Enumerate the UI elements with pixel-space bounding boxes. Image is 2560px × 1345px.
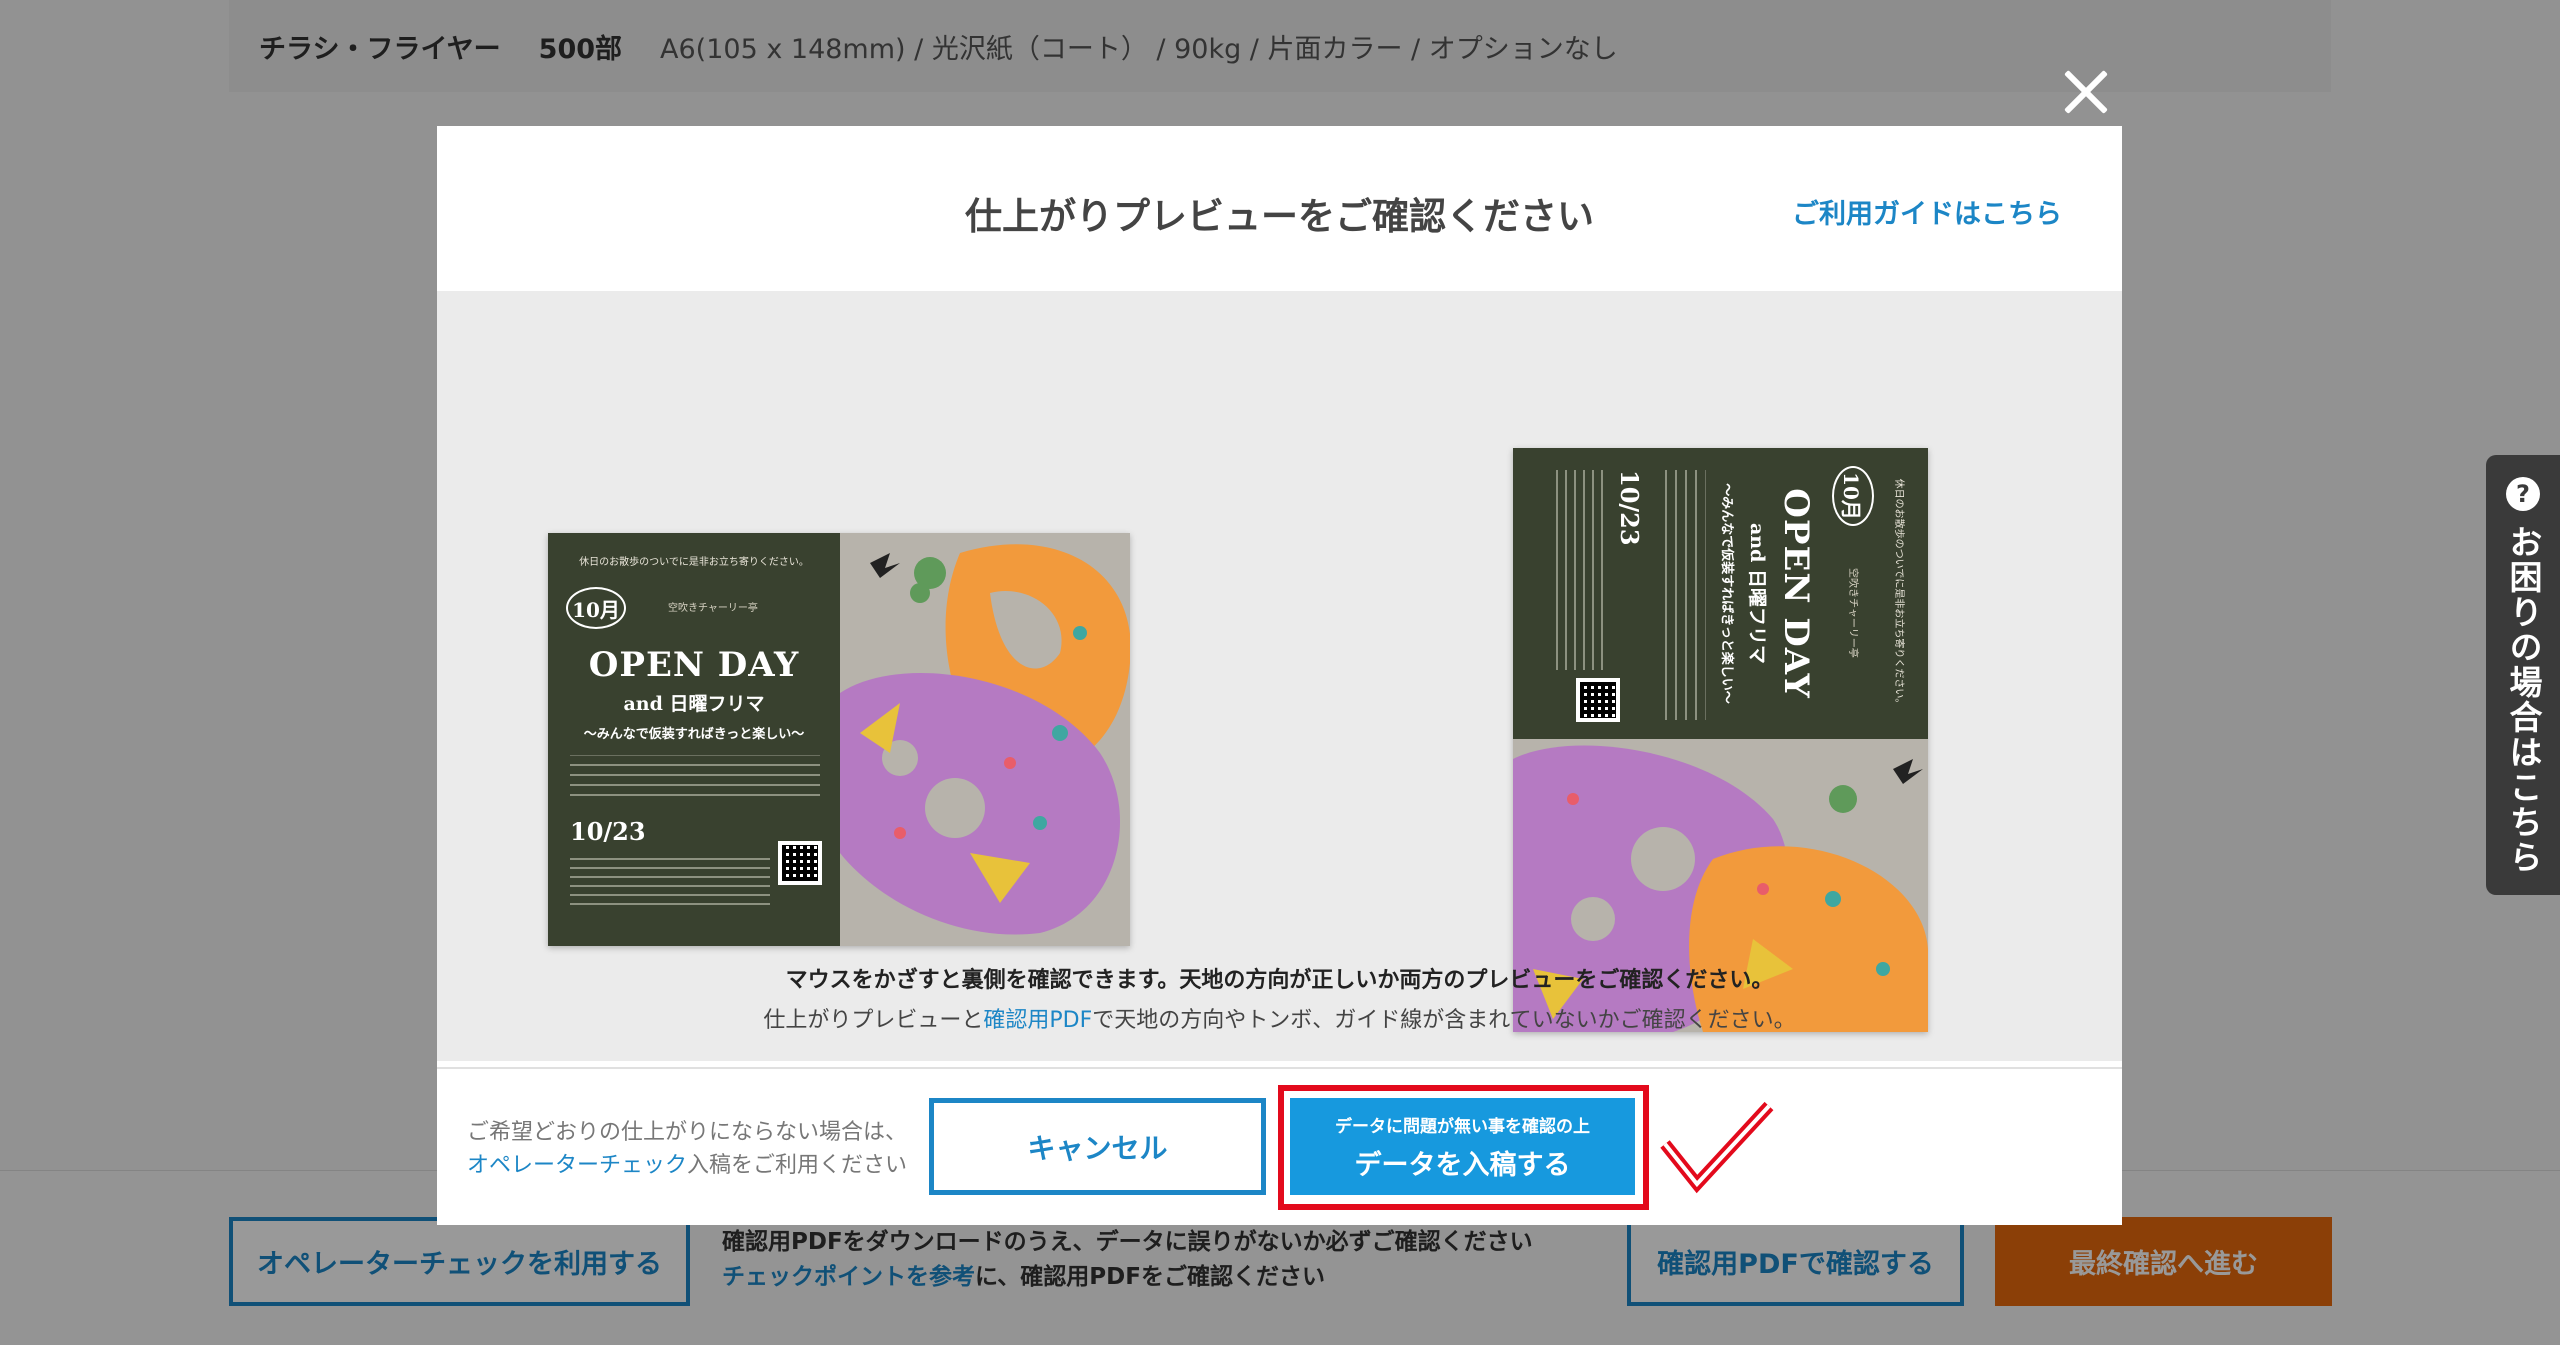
flyer-date: 10/23	[1615, 470, 1644, 546]
submit-button-label: データを入稿する	[1354, 1149, 1571, 1181]
cancel-button[interactable]: キャンセル	[929, 1098, 1266, 1195]
flyer-info-text	[570, 851, 770, 912]
notice-text-a: 仕上がりプレビューと	[763, 1008, 984, 1033]
flyer-month: 10月	[566, 587, 626, 629]
preview-modal: 仕上がりプレビューをご確認ください ご利用ガイドはこちら 休日のお散歩のついでに…	[437, 126, 2122, 1225]
operator-check-note: ご希望どおりの仕上がりにならない場合は、 オペレーターチェック入稿をご利用くださ…	[467, 1116, 907, 1182]
flyer-logo: 空吹きチャーリー亭	[668, 603, 758, 614]
flyer-date: 10/23	[570, 817, 646, 846]
preview-notice-pdf: 仕上がりプレビューと確認用PDFで天地の方向やトンボ、ガイド線が含まれていないか…	[437, 1002, 2122, 1034]
modal-divider	[437, 1067, 2122, 1069]
flyer-and-line: and 日曜フリマ	[623, 693, 765, 715]
notice-text-b: で天地の方向やトンボ、ガイド線が含まれていないかご確認ください。	[1092, 1008, 1796, 1033]
flyer-text-panel: 休日のお散歩のついでに是非お立ち寄りください。 10月 空吹きチャーリー亭 OP…	[548, 533, 840, 946]
close-icon[interactable]	[2062, 68, 2110, 116]
flyer-top-text: 休日のお散歩のついでに是非お立ち寄りください。	[579, 557, 809, 568]
footer-note-line2: オペレーターチェック入稿をご利用ください	[467, 1149, 907, 1182]
usage-guide-link[interactable]: ご利用ガイドはこちら	[1792, 192, 2062, 231]
flyer-subtitle: 〜みんなで仮装すればきっと楽しい〜	[1719, 483, 1734, 704]
flyer-preview-landscape[interactable]: 休日のお散歩のついでに是非お立ち寄りください。 10月 空吹きチャーリー亭 OP…	[548, 533, 1130, 946]
flyer-body-text	[570, 755, 820, 801]
help-side-tab[interactable]: ? お困りの場合はこちら	[2486, 455, 2560, 895]
flyer-open-day: OPEN DAY	[588, 645, 800, 685]
help-label: お困りの場合はこちら	[2504, 525, 2543, 875]
flyer-photo-masks	[840, 533, 1130, 946]
submit-button-caption: データに問題が無い事を確認の上	[1335, 1116, 1590, 1137]
flyer-month: 10月	[1832, 466, 1874, 526]
flyer-text-panel-rotated: 休日のお散歩のついでに是非お立ち寄りください。 10月 空吹きチャーリー亭 OP…	[1513, 448, 1928, 739]
flyer-top-text: 休日のお散歩のついでに是非お立ち寄りください。	[1893, 478, 1904, 709]
qr-code-icon	[1576, 678, 1620, 722]
modal-header: 仕上がりプレビューをご確認ください ご利用ガイドはこちら	[437, 126, 2122, 291]
submit-data-button[interactable]: データに問題が無い事を確認の上 データを入稿する	[1290, 1098, 1635, 1195]
operator-check-link[interactable]: オペレーターチェック	[467, 1153, 687, 1178]
preview-area: 休日のお散歩のついでに是非お立ち寄りください。 10月 空吹きチャーリー亭 OP…	[437, 291, 2122, 1061]
flyer-info-text	[1549, 470, 1610, 670]
checkmark-icon	[1660, 1101, 1774, 1194]
confirm-pdf-link[interactable]: 確認用PDF	[983, 1008, 1092, 1033]
flyer-logo: 空吹きチャーリー亭	[1847, 568, 1858, 658]
flyer-open-day: OPEN DAY	[1776, 488, 1816, 699]
preview-notice: マウスをかざすと裏側を確認できます。天地の方向が正しいか両方のプレビューをご確認…	[785, 968, 1774, 993]
qr-code-icon	[778, 841, 822, 885]
footer-note-rest: 入稿をご利用ください	[687, 1153, 908, 1178]
flyer-body-text	[1660, 470, 1706, 720]
footer-note-line1: ご希望どおりの仕上がりにならない場合は、	[467, 1120, 908, 1145]
halloween-masks-image	[840, 533, 1130, 946]
flyer-subtitle: 〜みんなで仮装すればきっと楽しい〜	[583, 727, 805, 742]
flyer-and-line: and 日曜フリマ	[1746, 522, 1768, 665]
flyer-preview-portrait[interactable]: 休日のお散歩のついでに是非お立ち寄りください。 10月 空吹きチャーリー亭 OP…	[1513, 448, 1928, 1032]
help-question-icon: ?	[2506, 477, 2540, 511]
